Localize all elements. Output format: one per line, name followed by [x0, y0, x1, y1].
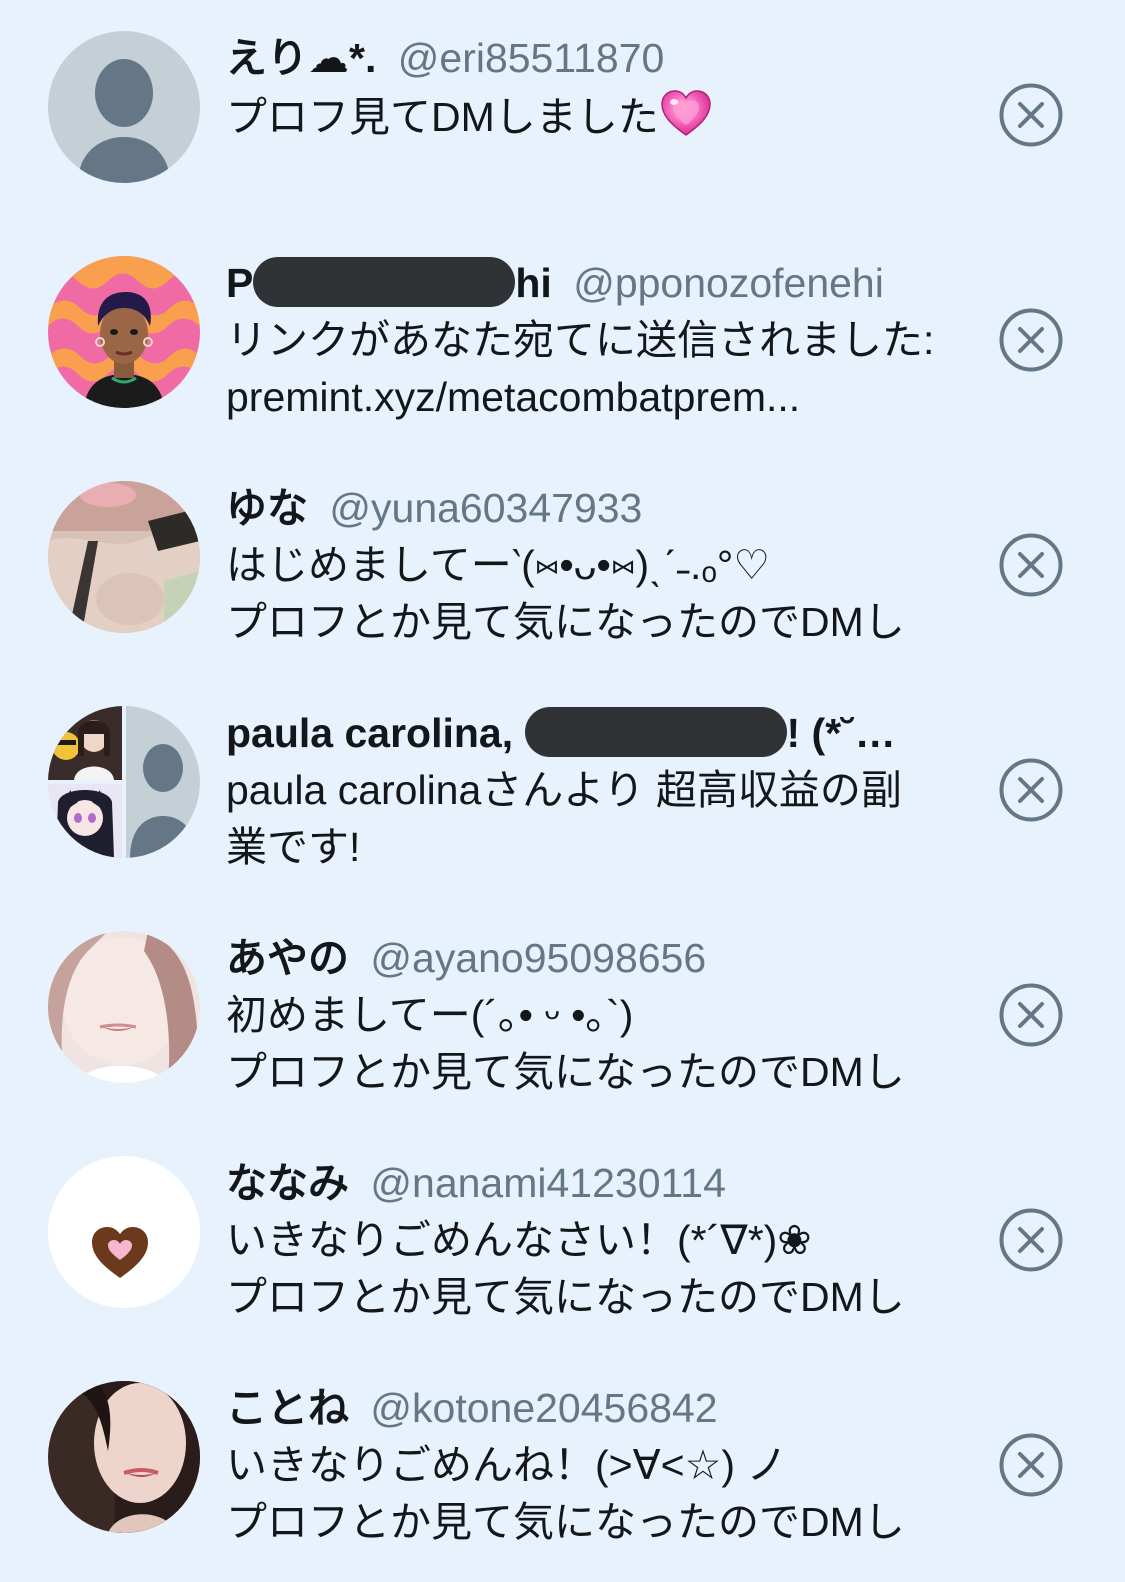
- request-text: Phi @pponozofenehi リンクがあなた宛てに送信されました: pr…: [226, 255, 956, 426]
- message-request-item[interactable]: ことね @kotone20456842 いきなりごめんね！(>∀<☆) ノ プロ…: [0, 1350, 1125, 1575]
- message-preview-line: paula carolinaさんより 超高収益の副: [226, 767, 902, 813]
- user-handle: @yuna60347933: [329, 485, 643, 531]
- message-preview-line: 初めましてー(´｡• ᵕ •｡`): [226, 992, 634, 1038]
- close-circle-icon: [999, 533, 1063, 597]
- dismiss-button[interactable]: [999, 758, 1063, 822]
- display-name-prefix: paula carolina,: [226, 710, 525, 756]
- message-preview-line: 業です!: [226, 824, 361, 870]
- illustrated-avatar[interactable]: [48, 256, 200, 408]
- request-text: えり☁*. @eri85511870 プロフ見てDMしました: [226, 30, 956, 144]
- request-text: paula carolina, ! (*˘… paula carolinaさんよ…: [226, 705, 956, 876]
- message-preview-text: プロフ見てDMしました: [226, 94, 659, 140]
- message-preview-line: リンクがあなた宛てに送信されました:: [226, 317, 935, 363]
- message-request-item[interactable]: ななみ @nanami41230114 いきなりごめんなさい！(*´∇*)❀ プ…: [0, 1125, 1125, 1350]
- close-circle-icon: [999, 983, 1063, 1047]
- display-name: ことね: [226, 1385, 349, 1431]
- title-line: Phi @pponozofenehi: [226, 255, 956, 312]
- title-line: ゆな @yuna60347933: [226, 480, 956, 537]
- group-profile-images: [48, 706, 200, 858]
- close-circle-icon: [999, 758, 1063, 822]
- dismiss-button[interactable]: [999, 533, 1063, 597]
- title-line: ななみ @nanami41230114: [226, 1155, 956, 1212]
- message-request-list: えり☁*. @eri85511870 プロフ見てDMしました P hi @ppo…: [0, 0, 1125, 1582]
- profile-photo: [48, 481, 200, 633]
- close-circle-icon: [999, 308, 1063, 372]
- message-preview-line: はじめましてー‵(⑅•ᴗ•⑅)ˎˊ˗.ₒ°♡: [226, 542, 771, 588]
- redaction-bar: [524, 707, 787, 757]
- title-line: えり☁*. @eri85511870: [226, 30, 956, 87]
- photo-avatar[interactable]: [48, 931, 200, 1083]
- redaction-bar: [253, 257, 516, 307]
- message-preview-line: いきなりごめんなさい！(*´∇*)❀: [226, 1217, 812, 1263]
- default-avatar[interactable]: [48, 31, 200, 183]
- illustrated-profile-image: [48, 256, 200, 408]
- display-name-suffix: hi: [515, 260, 552, 306]
- title-line: ことね @kotone20456842: [226, 1380, 956, 1437]
- message-preview-line: プロフとか見て気になったのでDMし: [226, 1499, 905, 1545]
- photo-avatar[interactable]: [48, 481, 200, 633]
- heart-emoji: [661, 90, 711, 136]
- message-request-item[interactable]: あやの @ayano95098656 初めましてー(´｡• ᵕ •｡`) プロフ…: [0, 900, 1125, 1125]
- title-line: paula carolina, ! (*˘…: [226, 705, 956, 762]
- request-text: あやの @ayano95098656 初めましてー(´｡• ᵕ •｡`) プロフ…: [226, 930, 956, 1101]
- user-handle: @kotone20456842: [370, 1385, 718, 1431]
- message-preview-line: プロフ見てDMしました: [226, 87, 956, 144]
- user-handle: @eri85511870: [397, 35, 665, 81]
- photo-avatar[interactable]: [48, 1381, 200, 1533]
- message-request-item[interactable]: ゆな @yuna60347933 はじめましてー‵(⑅•ᴗ•⑅)ˎˊ˗.ₒ°♡ …: [0, 450, 1125, 675]
- title-line: あやの @ayano95098656: [226, 930, 956, 987]
- message-preview-line: プロフとか見て気になったのでDMし: [226, 599, 905, 645]
- dismiss-button[interactable]: [999, 308, 1063, 372]
- user-handle: @nanami41230114: [370, 1160, 726, 1206]
- heart-avatar[interactable]: [48, 1156, 200, 1308]
- dismiss-button[interactable]: [999, 1433, 1063, 1497]
- heart-profile-image: [48, 1156, 200, 1308]
- message-preview-line: プロフとか見て気になったのでDMし: [226, 1274, 905, 1320]
- dismiss-button[interactable]: [999, 83, 1063, 147]
- message-preview-line: プロフとか見て気になったのでDMし: [226, 1049, 905, 1095]
- display-name-prefix: P: [226, 260, 254, 306]
- group-avatar[interactable]: [48, 706, 200, 858]
- close-circle-icon: [999, 1433, 1063, 1497]
- default-profile-icon: [48, 31, 200, 183]
- display-name: えり☁*.: [226, 35, 377, 81]
- profile-photo: [48, 1381, 200, 1533]
- dismiss-button[interactable]: [999, 983, 1063, 1047]
- display-name: ななみ: [226, 1160, 349, 1206]
- dismiss-button[interactable]: [999, 1208, 1063, 1272]
- user-handle: @ayano95098656: [370, 935, 707, 981]
- profile-photo: [48, 931, 200, 1083]
- close-circle-icon: [999, 83, 1063, 147]
- message-request-item[interactable]: えり☁*. @eri85511870 プロフ見てDMしました: [0, 0, 1125, 225]
- message-request-item[interactable]: paula carolina, ! (*˘… paula carolinaさんよ…: [0, 675, 1125, 900]
- message-preview-line: いきなりごめんね！(>∀<☆) ノ: [226, 1442, 788, 1488]
- user-handle: @pponozofenehi: [573, 260, 884, 306]
- request-text: ななみ @nanami41230114 いきなりごめんなさい！(*´∇*)❀ プ…: [226, 1155, 956, 1326]
- message-preview-line: premint.xyz/metacombatprem...: [226, 374, 801, 420]
- message-request-item[interactable]: Phi @pponozofenehi リンクがあなた宛てに送信されました: pr…: [0, 225, 1125, 450]
- request-text: ゆな @yuna60347933 はじめましてー‵(⑅•ᴗ•⑅)ˎˊ˗.ₒ°♡ …: [226, 480, 956, 651]
- request-text: ことね @kotone20456842 いきなりごめんね！(>∀<☆) ノ プロ…: [226, 1380, 956, 1551]
- display-name: あやの: [226, 935, 349, 981]
- display-name-suffix: ! (*˘…: [786, 710, 896, 756]
- close-circle-icon: [999, 1208, 1063, 1272]
- display-name: ゆな: [226, 485, 308, 531]
